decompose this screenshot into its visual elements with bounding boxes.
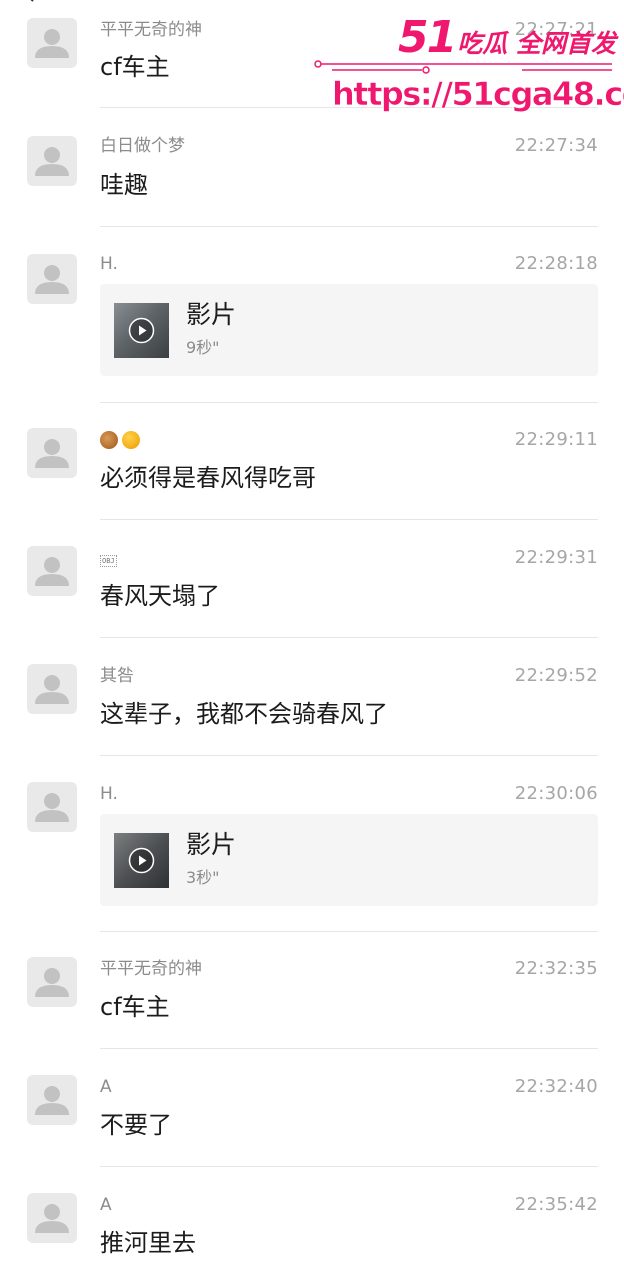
message-time: 22:27:34 bbox=[514, 135, 598, 156]
message-text: 哇趣 bbox=[100, 171, 148, 199]
sender-name bbox=[100, 430, 144, 450]
play-icon bbox=[128, 847, 155, 874]
divider bbox=[100, 1048, 598, 1049]
watermark-logo-number: 51 bbox=[398, 12, 457, 63]
person-placeholder-icon bbox=[35, 1086, 69, 1115]
message-text: 不要了 bbox=[100, 1111, 172, 1139]
avatar[interactable] bbox=[27, 782, 77, 832]
message-text: 春风天塌了 bbox=[100, 582, 220, 610]
video-title: 影片 bbox=[186, 830, 237, 859]
divider bbox=[100, 519, 598, 520]
video-message-card[interactable]: 影片 9秒" bbox=[100, 284, 598, 376]
sender-name: A bbox=[100, 1195, 112, 1215]
sender-name: H. bbox=[100, 784, 118, 804]
video-message-card[interactable]: 影片 3秒" bbox=[100, 814, 598, 906]
sender-name: 平平无奇的神 bbox=[100, 959, 202, 979]
avatar[interactable] bbox=[27, 957, 77, 1007]
sender-name: 其咎 bbox=[100, 666, 134, 686]
divider bbox=[100, 402, 598, 403]
person-placeholder-icon bbox=[35, 29, 69, 58]
person-placeholder-icon bbox=[35, 557, 69, 586]
avatar[interactable] bbox=[27, 664, 77, 714]
divider bbox=[100, 637, 598, 638]
message-time: 22:29:52 bbox=[514, 665, 598, 686]
watermark-logo-text: 吃瓜 全网首发 bbox=[457, 29, 616, 58]
message-text: cf车主 bbox=[100, 53, 170, 81]
video-duration: 3秒" bbox=[186, 868, 220, 887]
cookie-emoji-icon bbox=[100, 431, 118, 449]
video-title: 影片 bbox=[186, 300, 237, 329]
message-time: 22:35:42 bbox=[514, 1194, 598, 1215]
person-placeholder-icon bbox=[35, 968, 69, 997]
sender-name: 平平无奇的神 bbox=[100, 20, 202, 40]
divider bbox=[100, 931, 598, 932]
angry-face-emoji-icon bbox=[122, 431, 140, 449]
avatar[interactable] bbox=[27, 428, 77, 478]
watermark: 51吃瓜 全网首发 https://51cga48.com bbox=[312, 8, 624, 113]
person-placeholder-icon bbox=[35, 793, 69, 822]
message-text: 推河里去 bbox=[100, 1229, 196, 1257]
watermark-logo: 51吃瓜 全网首发 bbox=[398, 16, 616, 66]
avatar[interactable] bbox=[27, 546, 77, 596]
avatar[interactable] bbox=[27, 136, 77, 186]
message-time: 22:29:31 bbox=[514, 547, 598, 568]
avatar[interactable] bbox=[27, 1075, 77, 1125]
chat-history-page: 平平无奇的神 22:27:21 cf车主 白日做个梦 22:27:34 哇趣 H… bbox=[0, 0, 624, 1280]
play-icon bbox=[128, 317, 155, 344]
person-placeholder-icon bbox=[35, 675, 69, 704]
avatar[interactable] bbox=[27, 1193, 77, 1243]
video-thumbnail[interactable] bbox=[114, 303, 169, 358]
person-placeholder-icon bbox=[35, 439, 69, 468]
sender-name: H. bbox=[100, 254, 118, 274]
message-text: cf车主 bbox=[100, 993, 170, 1021]
person-placeholder-icon bbox=[35, 147, 69, 176]
person-placeholder-icon bbox=[35, 265, 69, 294]
back-arrow-icon[interactable] bbox=[22, 0, 38, 2]
divider bbox=[100, 755, 598, 756]
watermark-url: https://51cga48.com bbox=[332, 75, 624, 114]
message-time: 22:30:06 bbox=[514, 783, 598, 804]
object-placeholder-glyph: OBJ bbox=[100, 555, 117, 567]
video-thumbnail[interactable] bbox=[114, 833, 169, 888]
message-time: 22:32:35 bbox=[514, 958, 598, 979]
avatar[interactable] bbox=[27, 254, 77, 304]
sender-name: A bbox=[100, 1077, 112, 1097]
sender-name: OBJ bbox=[100, 548, 117, 568]
person-placeholder-icon bbox=[35, 1204, 69, 1233]
message-time: 22:28:18 bbox=[514, 253, 598, 274]
video-duration: 9秒" bbox=[186, 338, 220, 357]
message-text: 这辈子，我都不会骑春风了 bbox=[100, 700, 388, 728]
avatar[interactable] bbox=[27, 18, 77, 68]
message-time: 22:29:11 bbox=[514, 429, 598, 450]
message-time: 22:32:40 bbox=[514, 1076, 598, 1097]
divider bbox=[100, 1166, 598, 1167]
divider bbox=[100, 226, 598, 227]
message-text: 必须得是春风得吃哥 bbox=[100, 464, 316, 492]
sender-name: 白日做个梦 bbox=[100, 136, 185, 156]
